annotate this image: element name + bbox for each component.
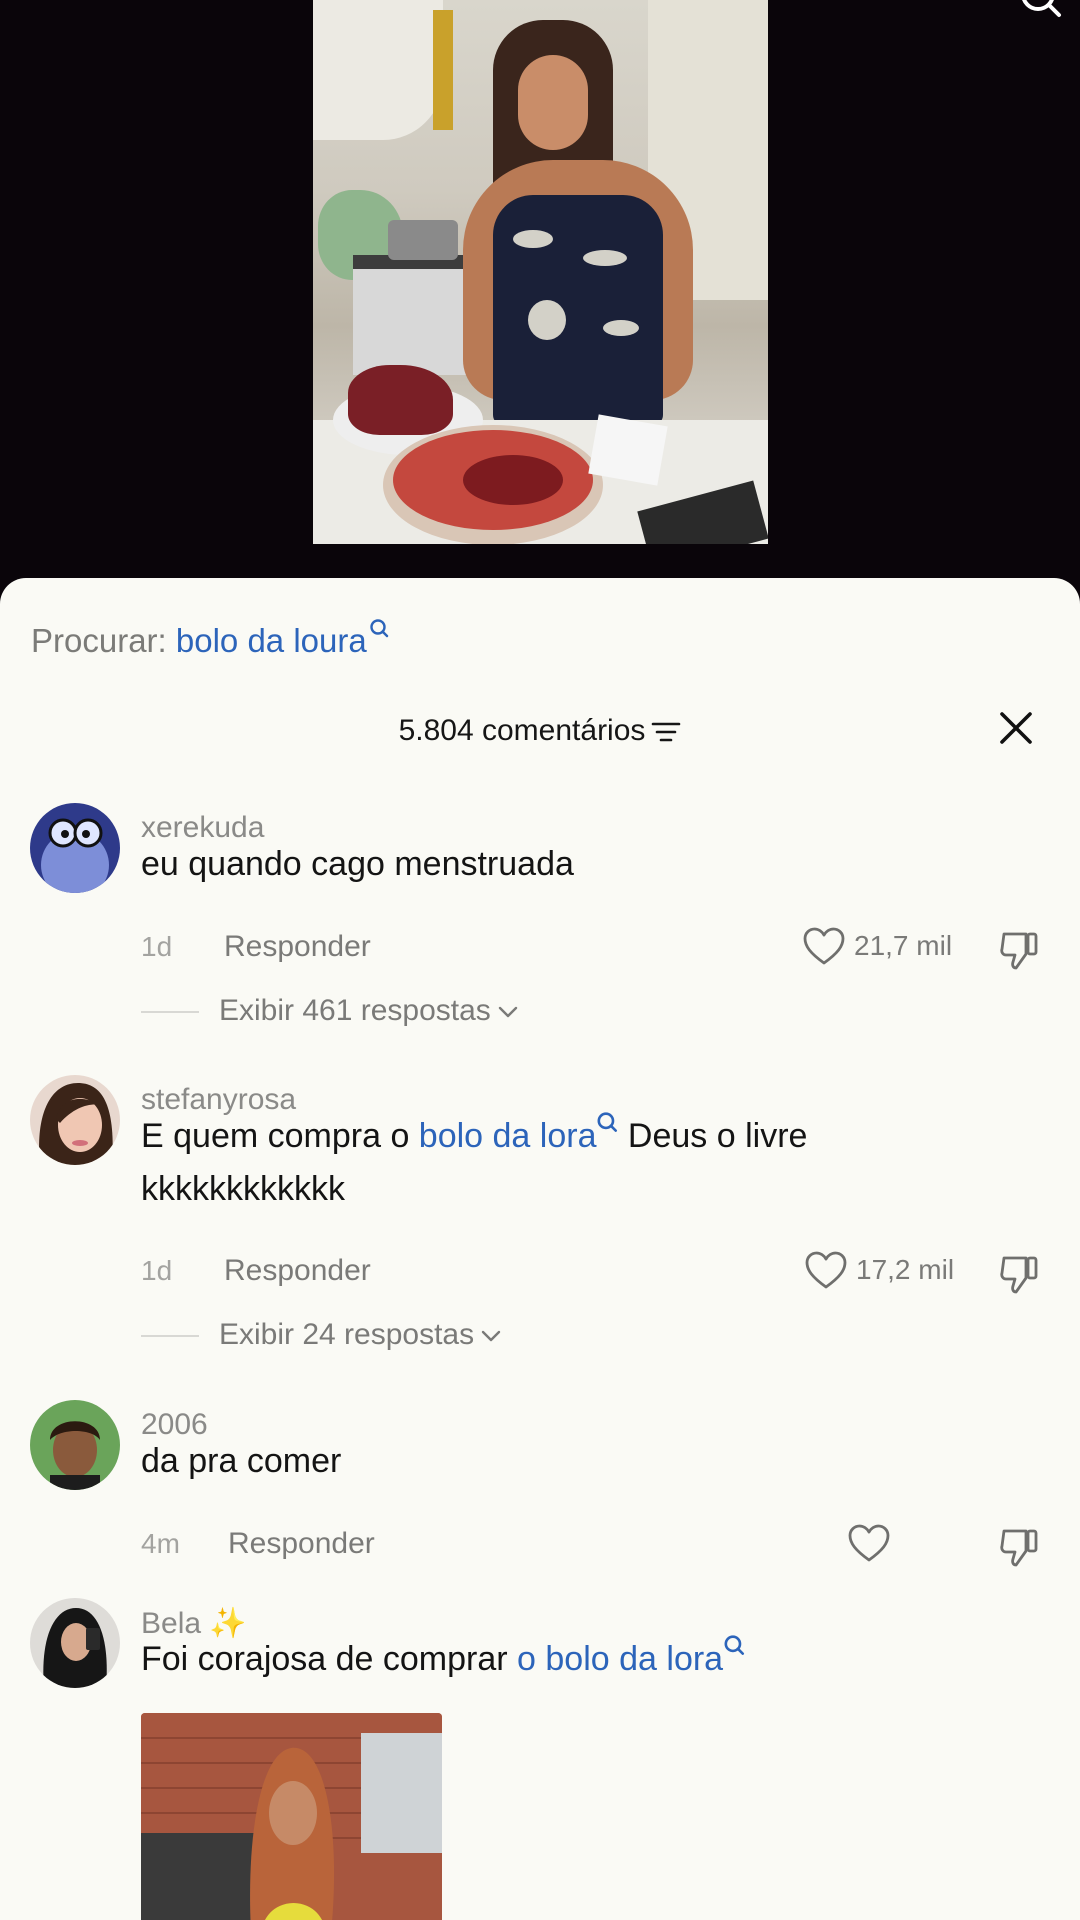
view-replies-label: Exibir 461 respostas [219,994,491,1027]
search-suggestion[interactable]: Procurar: bolo da loura [31,618,389,660]
comment-text: da pra comer [141,1442,342,1480]
search-icon[interactable] [1018,0,1062,22]
search-icon [724,1635,745,1655]
dislike-icon[interactable] [998,928,1042,972]
search-term-link[interactable]: bolo da loura [176,622,367,659]
comments-sheet: Procurar: bolo da loura 5.804 comentário… [0,578,1080,1920]
view-replies-button[interactable]: Exibir 461 respostas [141,994,519,1028]
dislike-icon[interactable] [998,1252,1042,1296]
avatar[interactable] [30,803,120,893]
video-thumbnail[interactable] [313,0,768,544]
like-button[interactable]: 17,2 mil [804,1250,954,1290]
reply-button[interactable]: Responder [224,930,371,964]
video-player[interactable] [0,0,1080,590]
heart-icon [803,927,845,965]
like-button[interactable] [847,1523,899,1563]
close-icon[interactable] [996,708,1036,748]
reply-button[interactable]: Responder [228,1527,375,1561]
search-term-link[interactable]: bolo da lora [419,1117,597,1155]
like-count: 21,7 mil [854,930,953,961]
like-button[interactable]: 21,7 mil [802,926,952,966]
comment-timestamp: 1d [141,931,173,962]
comment-image-attachment[interactable] [141,1713,442,1920]
comment-text: Foi corajosa de comprar o bolo da lora [141,1633,1021,1686]
comment-text: E quem compra o bolo da lora Deus o livr… [141,1110,941,1216]
like-count: 17,2 mil [856,1254,955,1285]
chevron-down-icon [481,1330,501,1342]
search-label: Procurar: [31,622,167,659]
search-term-link[interactable]: o bolo da lora [517,1640,723,1678]
comment-text: eu quando cago menstruada [141,845,574,883]
heart-icon [805,1251,847,1289]
view-replies-label: Exibir 24 respostas [219,1318,475,1351]
avatar[interactable] [30,1075,120,1165]
reply-button[interactable]: Responder [224,1254,371,1288]
heart-icon [848,1524,890,1562]
comment-timestamp: 1d [141,1255,173,1286]
avatar[interactable] [30,1598,120,1688]
dislike-icon[interactable] [998,1525,1042,1569]
sort-filter-icon[interactable] [651,719,681,745]
search-icon [370,619,388,638]
comments-header: 5.804 comentários [0,714,1080,748]
chevron-down-icon [498,1006,518,1018]
comment-count: 5.804 comentários [398,714,646,747]
view-replies-button[interactable]: Exibir 24 respostas [141,1318,502,1352]
comment-timestamp: 4m [141,1528,180,1559]
search-icon [597,1112,618,1132]
avatar[interactable] [30,1400,120,1490]
